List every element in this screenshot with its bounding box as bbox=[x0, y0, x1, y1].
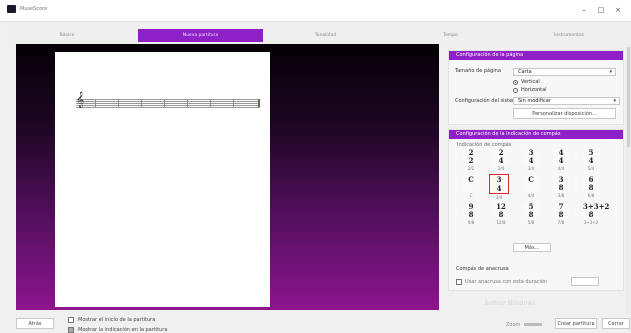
window-title: MuseScore bbox=[20, 6, 48, 12]
anacrusis-checkbox[interactable] bbox=[456, 279, 462, 285]
staff-system-select[interactable]: Sin modificar ▾ bbox=[513, 97, 620, 105]
close-button[interactable]: × bbox=[612, 4, 624, 16]
maximize-button[interactable]: □ bbox=[595, 4, 607, 16]
more-time-signatures-button[interactable]: Más... bbox=[513, 243, 551, 252]
show-score-start-label: Mostrar el inicio de la partitura bbox=[78, 317, 156, 323]
tab-key-signature[interactable]: Tonalidad bbox=[263, 29, 388, 42]
time-signature-option-selected[interactable]: 34 3/4 bbox=[489, 174, 509, 200]
scrollbar-thumb[interactable] bbox=[627, 47, 630, 147]
panel-scrollbar[interactable] bbox=[626, 44, 631, 314]
time-signature-option[interactable]: 78 7/8 bbox=[551, 203, 571, 226]
create-score-button[interactable]: Crear partitura bbox=[555, 318, 597, 329]
orientation-vertical-radio[interactable] bbox=[513, 80, 518, 85]
show-score-start-checkbox[interactable] bbox=[68, 317, 74, 323]
tab-basic[interactable]: Básico bbox=[8, 29, 126, 42]
anacrusis-checkbox-label: Usar anacrusa con esta duración bbox=[465, 279, 548, 285]
zoom-slider[interactable] bbox=[524, 323, 542, 326]
page-size-select[interactable]: Carta ▾ bbox=[513, 68, 616, 76]
anacrusis-label: Compás de anacrusa bbox=[456, 266, 509, 272]
preview-staff: 𝄞 bbox=[76, 92, 260, 109]
score-preview-page bbox=[55, 52, 270, 307]
tab-new-score[interactable]: Nueva partitura bbox=[138, 29, 263, 42]
treble-clef-icon: 𝄞 bbox=[76, 92, 85, 108]
page-setup-panel: Configuración de la página Tamaño de pág… bbox=[448, 50, 624, 125]
orientation-vertical-label: Vertical bbox=[521, 79, 540, 85]
time-signature-option[interactable]: 44 4/4 bbox=[551, 149, 571, 172]
time-signature-option[interactable]: 3+3+2 8 3+3+2 bbox=[581, 203, 609, 226]
time-signature-option[interactable]: 12 8 12/8 bbox=[491, 203, 511, 226]
time-signature-option[interactable]: 34 3/4 bbox=[521, 149, 541, 172]
show-indication-label: Mostrar la indicación en la partitura bbox=[78, 327, 168, 333]
staff-system-label: Configuración del sistema bbox=[455, 98, 521, 104]
close-dialog-button[interactable]: Cerrar bbox=[602, 318, 630, 329]
title-bar: MuseScore – □ × bbox=[0, 0, 631, 22]
time-signature-option[interactable]: 58 5/8 bbox=[521, 203, 541, 226]
time-signature-option[interactable]: 38 3/8 bbox=[551, 176, 571, 199]
time-signature-option[interactable]: 68 6/8 bbox=[581, 176, 601, 199]
time-signature-option[interactable]: C 4/4 bbox=[521, 176, 541, 199]
time-signature-grid: 22 2/2 24 2/4 34 3/4 44 4/4 54 5/4 C C 3… bbox=[461, 149, 611, 233]
time-signature-panel: Configuración de la indicación de compás… bbox=[448, 129, 624, 291]
time-signature-option[interactable]: 24 2/4 bbox=[491, 149, 511, 172]
chevron-down-icon: ▾ bbox=[613, 98, 616, 104]
page-setup-header: Configuración de la página bbox=[449, 51, 623, 60]
tab-instruments[interactable]: Instrumentos bbox=[513, 29, 625, 42]
back-button[interactable]: Atrás bbox=[16, 318, 54, 329]
time-signature-option[interactable]: 22 2/2 bbox=[461, 149, 481, 172]
page-size-label: Tamaño de página bbox=[455, 68, 501, 74]
time-signature-option[interactable]: 98 9/8 bbox=[461, 203, 481, 226]
show-indication-checkbox[interactable] bbox=[68, 327, 74, 333]
chevron-down-icon: ▾ bbox=[609, 69, 612, 75]
customize-layout-button[interactable]: Personalizar disposición... bbox=[513, 108, 616, 119]
activation-watermark: Activar Windows bbox=[484, 300, 536, 307]
time-signature-option[interactable]: 54 5/4 bbox=[581, 149, 601, 172]
time-signature-option[interactable]: C C bbox=[461, 176, 481, 199]
anacrusis-duration-select[interactable] bbox=[571, 277, 599, 286]
orientation-horizontal-radio[interactable] bbox=[513, 88, 518, 93]
time-signature-header: Configuración de la indicación de compás bbox=[449, 130, 623, 139]
orientation-horizontal-label: Horizontal bbox=[521, 87, 547, 93]
minimize-button[interactable]: – bbox=[578, 4, 590, 16]
app-icon bbox=[7, 5, 16, 13]
tab-tempo[interactable]: Tempo bbox=[388, 29, 513, 42]
wizard-tabs: Básico Nueva partitura Tonalidad Tempo I… bbox=[8, 29, 631, 42]
zoom-label: Zoom bbox=[506, 322, 521, 328]
